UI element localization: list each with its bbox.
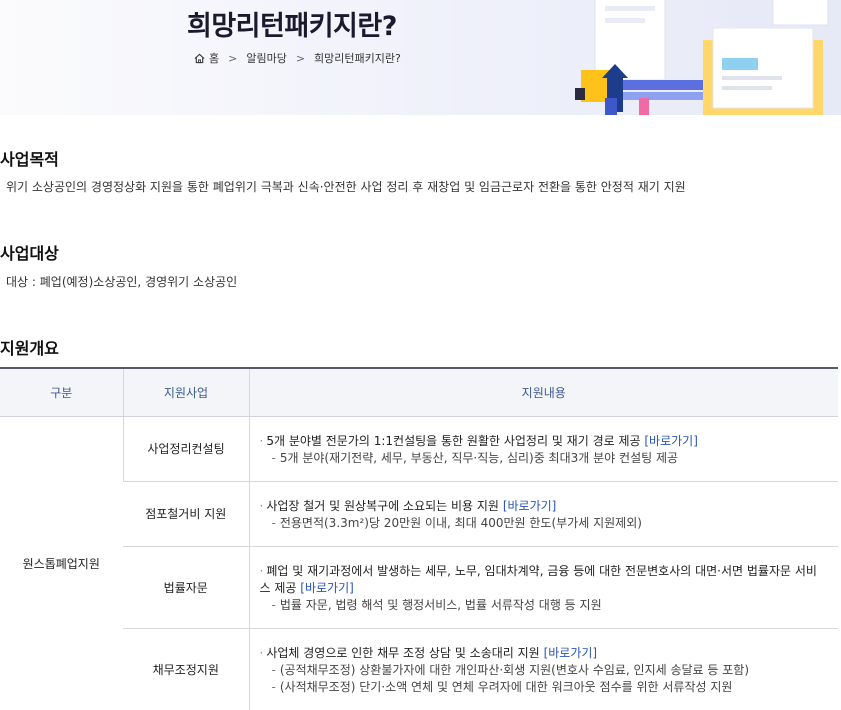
content-main: · 5개 분야별 전문가의 1:1컨설팅을 통한 원활한 사업정리 및 재기 경로… [259, 433, 698, 448]
shortcut-link[interactable]: [바로가기] [300, 581, 354, 595]
content-sub: - 법률 자문, 법령 해석 및 행정서비스, 법률 서류작성 대행 등 지원 [271, 597, 602, 612]
content-main: · 폐업 및 재기과정에서 발생하는 세무, 노무, 임대차계약, 금융 등에 대… [259, 563, 817, 595]
program-cell: 사업정리컨설팅 [122, 416, 249, 482]
table-row: 점포철거비 지원 · 사업장 철거 및 원상복구에 소요되는 비용 지원 [바로가… [0, 481, 838, 547]
breadcrumb-current[interactable]: 희망리턴패키지란? [314, 50, 401, 66]
chevron-right-icon: > [295, 51, 306, 65]
content-main: · 사업체 경영으로 인한 채무 조정 상담 및 소송대리 지원 [바로가기] [259, 645, 598, 660]
support-overview-table: 구분 지원사업 지원내용 원스톱폐업지원 사업정리컨설팅 · 5개 분야별 전문가… [0, 367, 838, 710]
category-cell: 원스톱폐업지원 [0, 416, 123, 710]
content-sub: - 전용면적(3.3m²)당 20만원 이내, 최대 400만원 한도(부가세 지… [271, 515, 642, 530]
bullet-icon: · [259, 645, 264, 660]
section-title-target: 사업대상 [0, 244, 59, 263]
shortcut-link[interactable]: [바로가기] [544, 646, 598, 660]
breadcrumb: 홈 > 알림마당 > 희망리턴패키지란? [194, 50, 401, 66]
bullet-icon: · [259, 563, 264, 578]
content-cell: · 사업체 경영으로 인한 채무 조정 상담 및 소송대리 지원 [바로가기] -… [248, 628, 838, 710]
chevron-right-icon: > [228, 51, 238, 65]
home-icon [194, 53, 205, 63]
breadcrumb-notice[interactable]: 알림마당 [246, 50, 286, 66]
table-header-row: 구분 지원사업 지원내용 [0, 367, 838, 417]
section-title-purpose: 사업목적 [0, 150, 59, 169]
documents-chart-illustration [575, 0, 829, 115]
content-cell: · 5개 분야별 전문가의 1:1컨설팅을 통한 원활한 사업정리 및 재기 경로… [248, 416, 838, 482]
program-cell: 채무조정지원 [123, 628, 249, 710]
header-content: 지원내용 [248, 367, 838, 417]
content-main: · 사업장 철거 및 원상복구에 소요되는 비용 지원 [바로가기] [259, 498, 557, 513]
bullet-icon: · [259, 433, 264, 448]
content-sub: - (사적채무조정) 단기·소액 연체 및 연체 우려자에 대한 워크아웃 점수를… [271, 679, 733, 694]
program-cell: 점포철거비 지원 [123, 481, 249, 547]
breadcrumb-home[interactable]: 홈 [209, 50, 219, 66]
shortcut-link[interactable]: [바로가기] [503, 499, 557, 513]
target-text: 대상 : 폐업(예정)소상공인, 경영위기 소상공인 [6, 275, 238, 289]
shortcut-link[interactable]: [바로가기] [644, 434, 698, 448]
purpose-text: 위기 소상공인의 경영정상화 지원을 통한 폐업위기 극복과 신속·안전한 사업… [6, 180, 686, 194]
content-cell: · 폐업 및 재기과정에서 발생하는 세무, 노무, 임대차계약, 금융 등에 대… [248, 546, 838, 629]
section-title-overview: 지원개요 [0, 339, 59, 358]
table-row: 채무조정지원 · 사업체 경영으로 인한 채무 조정 상담 및 소송대리 지원 [… [0, 628, 838, 710]
bullet-icon: · [259, 498, 264, 513]
table-row: 원스톱폐업지원 사업정리컨설팅 · 5개 분야별 전문가의 1:1컨설팅을 통한 … [0, 416, 838, 710]
content-sub: - (공적채무조정) 상환불가자에 대한 개인파산·회생 지원(변호사 수임료, … [271, 662, 750, 677]
table-row: 법률자문 · 폐업 및 재기과정에서 발생하는 세무, 노무, 임대차계약, 금융… [0, 546, 838, 629]
content-sub: -5개 분야(재기전략, 세무, 부동산, 직무·직능, 심리)중 최대3개 분… [271, 450, 679, 465]
page-title: 희망리턴패키지란? [187, 11, 397, 42]
program-cell: 법률자문 [123, 546, 249, 629]
header-category: 구분 [0, 367, 123, 417]
header-program: 지원사업 [122, 367, 249, 417]
page-banner: 희망리턴패키지란? 홈 > 알림마당 > 희망리턴패키지란? [0, 0, 841, 115]
content-cell: · 사업장 철거 및 원상복구에 소요되는 비용 지원 [바로가기] - 전용면적(… [248, 481, 838, 547]
